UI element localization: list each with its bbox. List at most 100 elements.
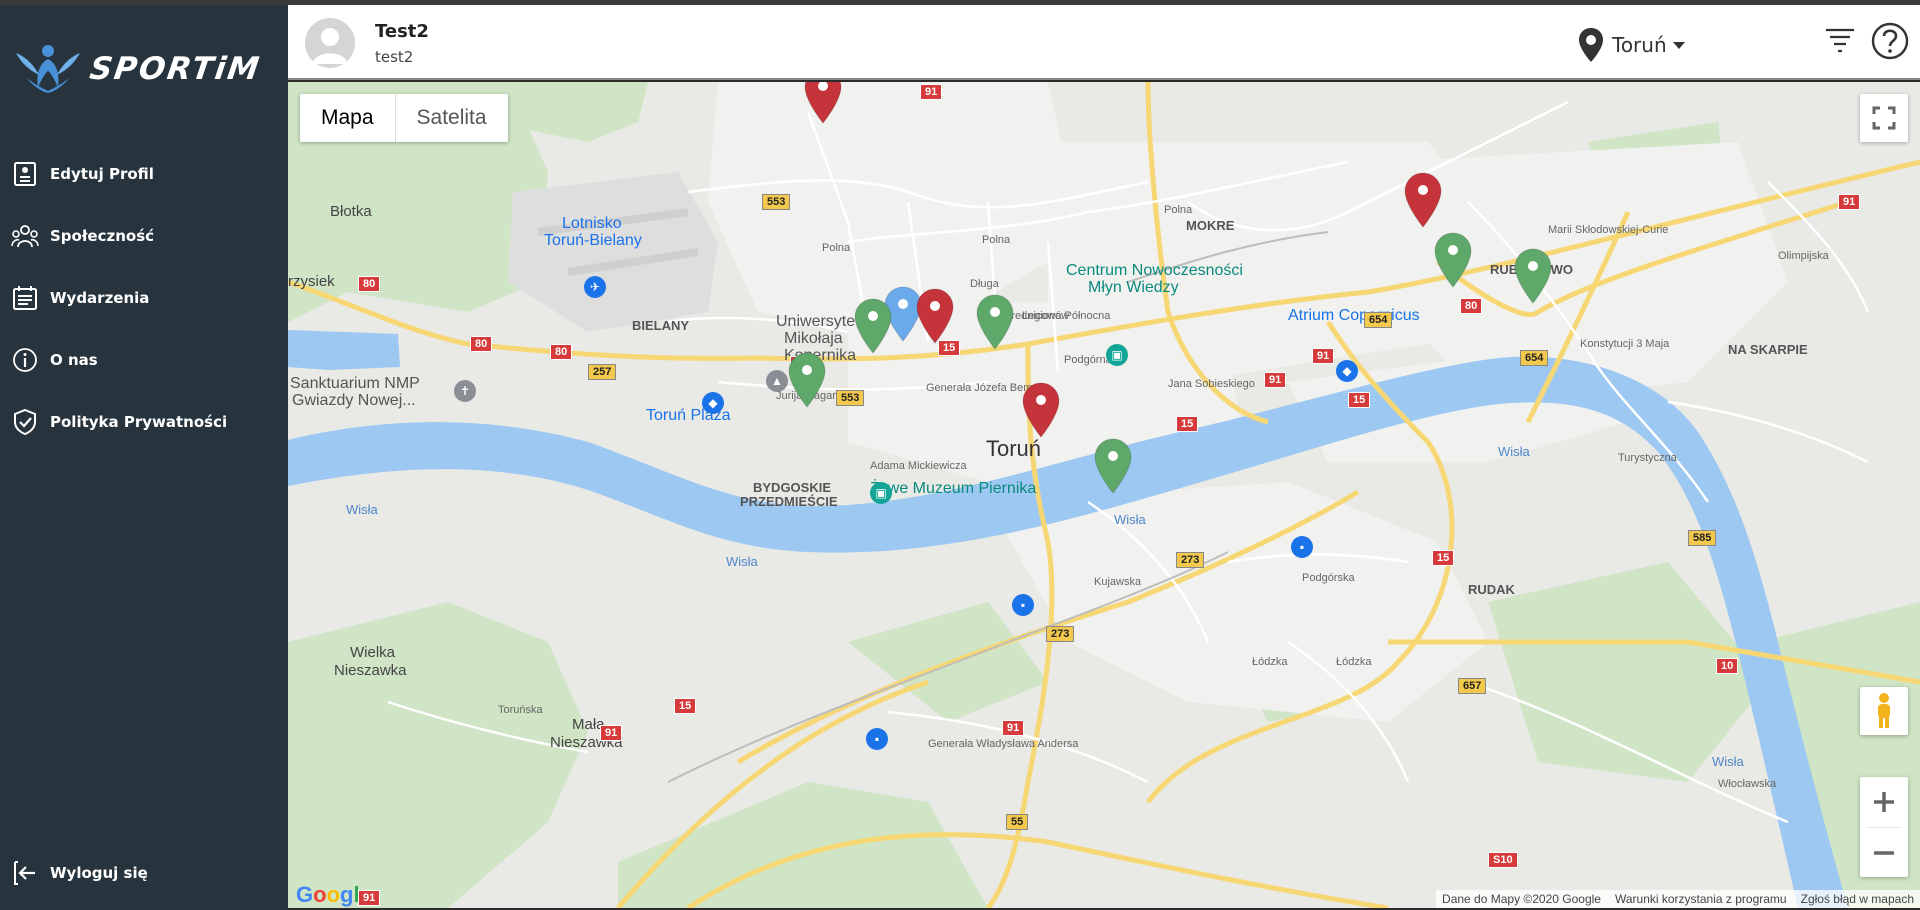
red-event-pin[interactable] xyxy=(1022,382,1060,438)
green-event-pin[interactable] xyxy=(1514,248,1552,304)
road-shield: 91 xyxy=(1838,194,1861,210)
train-station-icon[interactable]: ▪ xyxy=(1012,594,1034,616)
road-shield: 654 xyxy=(1520,350,1549,366)
map-label-street: Legionów xyxy=(1022,310,1070,322)
green-event-pin[interactable] xyxy=(854,298,892,354)
map-label-street: Konstytucji 3 Maja xyxy=(1580,338,1670,350)
map-label-street: Generała Władysława Andersa xyxy=(928,738,1079,750)
sidebar-item-about[interactable]: O nas xyxy=(0,329,288,391)
shopping-icon[interactable]: ◆ xyxy=(702,392,724,414)
map-label-street: Podgórna xyxy=(1064,354,1112,366)
city-selector[interactable]: Toruń xyxy=(1578,27,1685,63)
zoom-in-button[interactable] xyxy=(1860,777,1908,827)
help-button[interactable] xyxy=(1870,21,1910,61)
map-label-street: Polna xyxy=(1164,204,1193,216)
sidebar-item-events[interactable]: Wydarzenia xyxy=(0,267,288,329)
green-event-pin[interactable] xyxy=(976,294,1014,350)
sidebar-item-edit-profile[interactable]: Edytuj Profil xyxy=(0,143,288,205)
map-label-poi: Gwiazdy Nowej... xyxy=(292,392,416,409)
red-event-pin[interactable] xyxy=(804,82,842,124)
map-label-poi: Młyn Wiedzy xyxy=(1088,279,1179,296)
road-shield: 553 xyxy=(762,194,791,210)
map-label-river: Wisła xyxy=(726,554,758,569)
calendar-icon xyxy=(10,283,40,313)
bus-station-icon[interactable]: ▪ xyxy=(1291,536,1313,558)
app-root: SPORTiM Edytuj Profil Społeczność Wydarz… xyxy=(0,0,1920,910)
map-label-river: Wisła xyxy=(1712,754,1744,769)
green-event-pin[interactable] xyxy=(1094,438,1132,494)
user-name: Test2 xyxy=(375,21,429,42)
map-label-district: BIELANY xyxy=(632,318,690,333)
fullscreen-button[interactable] xyxy=(1860,94,1908,142)
filter-button[interactable] xyxy=(1823,24,1857,58)
report-error-link[interactable]: Zgłoś błąd w mapach xyxy=(1801,890,1914,908)
road-shield: 91 xyxy=(600,725,623,741)
map-label-street: Toruńska xyxy=(498,704,543,716)
red-event-pin[interactable] xyxy=(1404,172,1442,228)
community-icon xyxy=(10,221,40,251)
shopping-icon[interactable]: ◆ xyxy=(1336,360,1358,382)
map-type-satellite-button[interactable]: Satelita xyxy=(396,94,508,142)
map-label-district: PRZEDMIEŚCIE xyxy=(740,494,838,509)
map-label-district: MOKRE xyxy=(1186,218,1235,233)
road-shield: 91 xyxy=(920,84,943,100)
map-label-street: Olimpijska xyxy=(1778,250,1829,262)
logout-button[interactable]: Wyloguj się xyxy=(0,842,288,904)
museum-icon[interactable]: ▣ xyxy=(870,482,892,504)
map-marker-icon xyxy=(1094,438,1132,494)
map-label-street: Włocławska xyxy=(1718,778,1777,790)
map-canvas[interactable] xyxy=(288,82,1920,908)
museum-icon[interactable]: ▣ xyxy=(1106,344,1128,366)
sidebar-nav: Edytuj Profil Społeczność Wydarzenia O n… xyxy=(0,143,288,453)
road-shield: 273 xyxy=(1046,626,1075,642)
green-event-pin[interactable] xyxy=(788,352,826,408)
help-icon xyxy=(1871,22,1909,60)
terms-link[interactable]: Warunki korzystania z programu xyxy=(1615,890,1787,908)
map-label-district: NA SKARPIE xyxy=(1728,342,1808,357)
map-data-credit[interactable]: Dane do Mapy ©2020 Google xyxy=(1442,890,1601,908)
map-label-district: BYDGOSKIE xyxy=(753,480,832,495)
map-label-street: Podgórska xyxy=(1302,572,1355,584)
map-label-street: Adama Mickiewicza xyxy=(870,460,967,472)
street-view-button[interactable] xyxy=(1860,687,1908,735)
map-label-place: Wielka xyxy=(350,644,396,661)
road-shield: 15 xyxy=(674,698,697,714)
road-shield: 80 xyxy=(1460,298,1483,314)
road-shield: 80 xyxy=(470,336,493,352)
map-label-street: Łódzka xyxy=(1336,656,1372,668)
info-icon xyxy=(10,345,40,375)
zoom-out-button[interactable] xyxy=(1860,828,1908,878)
map-label-river: Wisła xyxy=(1498,444,1530,459)
sidebar-item-label: Edytuj Profil xyxy=(50,165,154,183)
church-icon[interactable]: ✝ xyxy=(454,380,476,402)
map-label-district: RUDAK xyxy=(1468,582,1515,597)
map-label-torun: Toruń xyxy=(986,436,1042,461)
airport-icon[interactable]: ✈ xyxy=(584,276,606,298)
sidebar-item-label: Społeczność xyxy=(50,227,155,245)
map-label-poi: Lotnisko xyxy=(562,215,622,232)
road-shield: 91 xyxy=(1312,348,1335,364)
road-shield: 91 xyxy=(1264,372,1287,388)
map-type-map-button[interactable]: Mapa xyxy=(300,94,396,142)
university-icon[interactable]: ▲ xyxy=(766,370,788,392)
train-station-icon[interactable]: ▪ xyxy=(866,728,888,750)
sportim-logo[interactable]: SPORTiM xyxy=(12,41,282,97)
road-shield: 15 xyxy=(1432,550,1455,566)
minus-icon xyxy=(1874,851,1894,855)
sidebar-item-community[interactable]: Społeczność xyxy=(0,205,288,267)
road-shield: 657 xyxy=(1458,678,1487,694)
green-event-pin[interactable] xyxy=(1434,232,1472,288)
avatar[interactable] xyxy=(305,18,355,68)
map-marker-icon xyxy=(916,288,954,344)
events-map[interactable]: Mapa Satelita Google Dane do Mapy ©2020 … xyxy=(288,82,1920,908)
red-event-pin[interactable] xyxy=(916,288,954,344)
map-marker-icon xyxy=(976,294,1014,350)
sidebar-item-label: Wydarzenia xyxy=(50,289,150,307)
map-label-poi: Mikołaja xyxy=(784,330,843,347)
map-label-street: Kujawska xyxy=(1094,576,1142,588)
road-shield: 654 xyxy=(1364,312,1393,328)
top-header: Test2 test2 Toruń xyxy=(288,5,1920,80)
road-shield: 80 xyxy=(358,276,381,292)
sidebar-item-privacy-policy[interactable]: Polityka Prywatności xyxy=(0,391,288,453)
map-label-street: Polna xyxy=(982,234,1011,246)
